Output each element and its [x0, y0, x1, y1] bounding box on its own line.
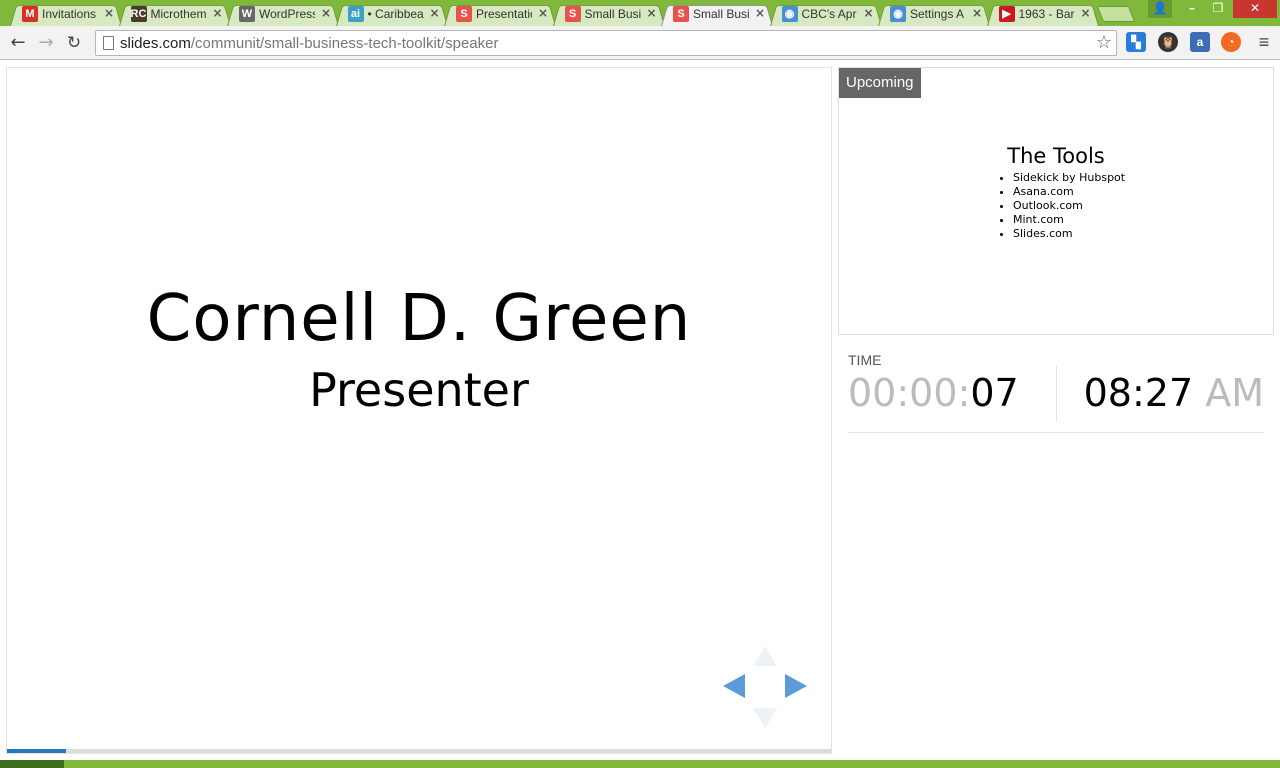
slide-subtitle: Presenter — [309, 363, 529, 417]
upcoming-label: Upcoming — [839, 68, 921, 98]
browser-tab[interactable]: S Small Business × — [661, 2, 773, 26]
tab-close-icon[interactable]: × — [213, 6, 225, 20]
minimize-button[interactable]: – — [1180, 0, 1204, 18]
tab-title: Microthemes — [150, 7, 207, 21]
browser-tab[interactable]: ai• Caribbean × — [335, 2, 448, 26]
browser-tab[interactable]: RCMicrothemes × — [118, 2, 231, 26]
tab-close-icon[interactable]: × — [755, 6, 767, 20]
profile-icon[interactable]: 👤 — [1148, 0, 1172, 18]
nav-right-arrow-icon[interactable] — [785, 674, 807, 698]
browser-toolbar: ← → ↻ slides.com/communit/small-business… — [0, 26, 1280, 60]
tab-title: Presentations — [476, 7, 532, 21]
browser-tab[interactable]: S Presentations × — [444, 2, 556, 26]
tab-close-icon[interactable]: × — [972, 6, 984, 20]
upcoming-list-item: Slides.com — [1013, 227, 1125, 241]
address-bar[interactable]: slides.com/communit/small-business-tech-… — [95, 30, 1117, 56]
ai-icon: ai — [347, 6, 364, 22]
tab-close-icon[interactable]: × — [1081, 6, 1093, 20]
runcms-icon: RC — [130, 6, 147, 22]
browser-tab[interactable]: ◉ CBC's Apr × — [769, 2, 882, 26]
elapsed-seconds: 07 — [970, 371, 1019, 415]
start-button[interactable] — [0, 760, 64, 768]
url-text[interactable]: slides.com/communit/small-business-tech-… — [120, 35, 498, 52]
browser-tab[interactable]: ▶ 1963 - Bar × — [986, 2, 1099, 26]
upcoming-slide-title: The Tools — [1007, 144, 1105, 168]
delicious-extension-icon[interactable]: ▚ — [1126, 32, 1146, 52]
tab-close-icon[interactable]: × — [430, 6, 442, 20]
clock-time: 08:27 — [1083, 371, 1194, 415]
timer-rule — [848, 432, 1264, 433]
browser-tab[interactable]: M Invitations × — [10, 2, 122, 26]
nav-left-arrow-icon[interactable] — [723, 674, 745, 698]
browser-tab[interactable]: ◉ Settings A × — [878, 2, 990, 26]
upcoming-slide-list: Sidekick by HubspotAsana.comOutlook.comM… — [1013, 171, 1125, 241]
url-path: /communit/small-business-tech-toolkit/sp… — [190, 35, 499, 52]
tab-strip: MInvitations×RCMicrothemes×WWordPress×ai… — [0, 0, 1280, 26]
menu-icon[interactable]: ≡ — [1254, 32, 1274, 52]
reload-icon[interactable]: ↻ — [62, 31, 86, 55]
chrome-icon: ◉ — [890, 6, 906, 22]
tab-close-icon[interactable]: × — [104, 6, 116, 20]
forward-icon[interactable]: → — [34, 31, 58, 55]
tab-close-icon[interactable]: × — [538, 6, 550, 20]
slides-icon: S — [456, 6, 472, 22]
tab-close-icon[interactable]: × — [864, 6, 876, 20]
hootsuite-extension-icon[interactable]: 🦉 — [1158, 32, 1178, 52]
time-label: TIME — [848, 352, 882, 368]
tab-title: Small Business — [584, 7, 641, 21]
tab-title: CBC's Apr — [801, 7, 857, 21]
os-taskbar — [0, 760, 1280, 768]
tab-close-icon[interactable]: × — [321, 6, 333, 20]
slide-title: Cornell D. Green — [146, 282, 692, 356]
elapsed-hours-minutes: 00:00: — [848, 371, 971, 415]
upcoming-list-item: Asana.com — [1013, 185, 1125, 199]
tab-title: Settings A — [910, 7, 965, 21]
slides-icon: S — [564, 6, 581, 22]
tab-close-icon[interactable]: × — [647, 6, 659, 20]
upcoming-slide-preview: Upcoming The Tools Sidekick by HubspotAs… — [838, 67, 1274, 335]
firefox-sync-extension-icon[interactable]: ◔ — [1221, 32, 1241, 52]
back-icon[interactable]: ← — [6, 31, 30, 55]
chrome-icon: ◉ — [781, 6, 798, 22]
elapsed-timer[interactable]: 00:00:07 — [848, 371, 1019, 415]
upcoming-list-item: Mint.com — [1013, 213, 1125, 227]
slide-progress-bar — [7, 749, 831, 753]
tab-title: Invitations — [42, 7, 97, 21]
tab-title: • Caribbean — [367, 7, 424, 21]
new-tab-button[interactable] — [1096, 6, 1136, 22]
maximize-button[interactable]: ❐ — [1206, 0, 1230, 18]
upcoming-list-item: Outlook.com — [1013, 199, 1125, 213]
current-slide: Cornell D. Green Presenter — [6, 67, 832, 754]
tab-title: Small Business — [693, 7, 749, 21]
timer-divider — [1056, 366, 1057, 422]
clock-ampm: AM — [1205, 371, 1264, 415]
nav-down-arrow-icon[interactable] — [753, 708, 777, 728]
current-clock: 08:27 AM — [1084, 371, 1264, 415]
upcoming-list-item: Sidekick by Hubspot — [1013, 171, 1125, 185]
slides-icon: S — [673, 6, 689, 22]
youtube-icon: ▶ — [998, 6, 1015, 22]
url-host: slides.com — [120, 35, 191, 52]
close-window-button[interactable]: ✕ — [1233, 0, 1277, 18]
bookmark-star-icon[interactable]: ☆ — [1096, 32, 1112, 53]
gmail-icon: M — [22, 6, 38, 22]
browser-tab[interactable]: SSmall Business × — [552, 2, 665, 26]
tab-title: WordPress — [259, 7, 315, 21]
nav-up-arrow-icon[interactable] — [753, 646, 777, 666]
tab-title: 1963 - Bar — [1018, 7, 1075, 21]
page-icon — [103, 36, 114, 50]
wordpress-icon: W — [239, 6, 255, 22]
browser-tab[interactable]: W WordPress × — [227, 2, 339, 26]
translate-extension-icon[interactable]: a — [1190, 32, 1210, 52]
slide-progress-fill — [7, 749, 67, 753]
